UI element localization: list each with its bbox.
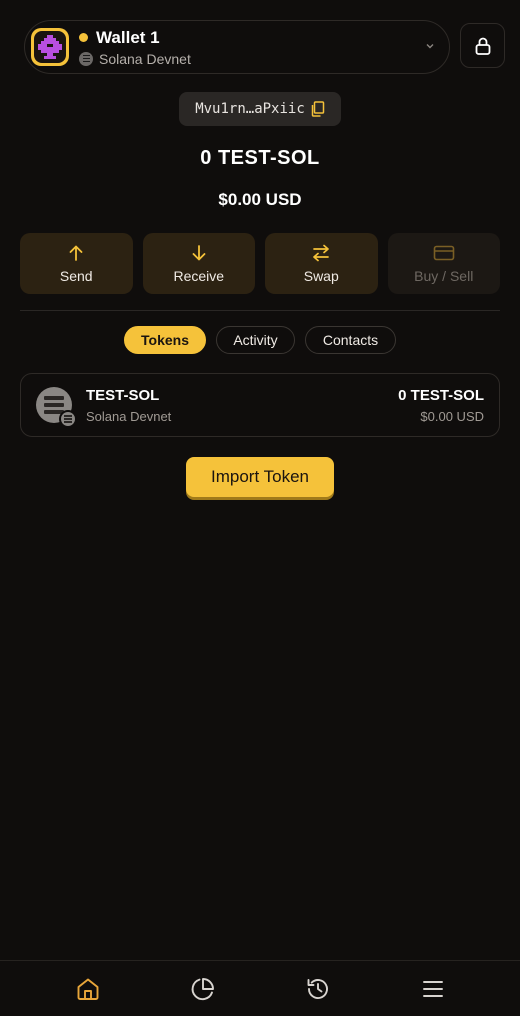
menu-icon	[422, 980, 443, 997]
copy-icon	[311, 101, 325, 117]
usd-balance: $0.00 USD	[218, 190, 302, 209]
pixel-spade-icon	[38, 35, 62, 59]
arrow-up-icon	[69, 245, 83, 261]
nav-history[interactable]	[298, 969, 338, 1009]
token-balance: 0 TEST-SOL	[200, 147, 320, 169]
buy-sell-button[interactable]: Buy / Sell	[387, 233, 500, 294]
swap-button[interactable]: Swap	[265, 233, 378, 294]
action-bar: Send Receive Swap Buy / Sell	[20, 233, 500, 294]
swap-icon	[313, 244, 330, 261]
receive-button[interactable]: Receive	[142, 233, 255, 294]
chevron-down-icon	[425, 40, 435, 54]
tab-tokens[interactable]: Tokens	[124, 326, 206, 354]
wallet-name: Wallet 1	[96, 27, 160, 47]
send-label: Send	[59, 267, 93, 284]
card-icon	[433, 245, 455, 260]
divider	[20, 310, 500, 311]
tab-bar: Tokens Activity Contacts	[0, 326, 520, 354]
token-network: Solana Devnet	[86, 408, 172, 424]
tab-activity[interactable]: Activity	[216, 326, 295, 354]
status-dot	[79, 33, 88, 42]
lock-button[interactable]	[460, 23, 505, 68]
token-row[interactable]: TEST-SOL Solana Devnet 0 TEST-SOL $0.00 …	[20, 373, 500, 437]
network-badge-icon	[59, 410, 77, 428]
solana-token-icon	[36, 387, 77, 428]
swap-label: Swap	[303, 267, 339, 284]
token-usd-value: $0.00 USD	[420, 408, 484, 424]
tab-contacts[interactable]: Contacts	[305, 326, 396, 354]
history-icon	[307, 978, 328, 999]
wallet-avatar	[31, 28, 69, 66]
nav-portfolio[interactable]	[183, 969, 223, 1009]
token-name: TEST-SOL	[86, 386, 160, 404]
arrow-down-icon	[192, 244, 206, 260]
network-label: Solana Devnet	[99, 50, 191, 67]
send-button[interactable]: Send	[20, 233, 133, 294]
address-copy-button[interactable]: Mvu1rn…aPxiic	[179, 92, 341, 126]
solana-icon	[79, 51, 93, 66]
nav-home[interactable]	[68, 969, 108, 1009]
pie-chart-icon	[191, 977, 214, 1000]
home-icon	[77, 978, 98, 1000]
lock-icon	[475, 37, 490, 55]
receive-label: Receive	[173, 267, 225, 284]
import-token-button[interactable]: Import Token	[186, 457, 334, 497]
token-amount: 0 TEST-SOL	[398, 386, 484, 404]
wallet-selector[interactable]: Wallet 1 Solana Devnet	[24, 20, 450, 74]
wallet-address: Mvu1rn…aPxiic	[195, 101, 305, 117]
nav-menu[interactable]	[413, 969, 453, 1009]
bottom-nav	[0, 960, 520, 1016]
buy-sell-label: Buy / Sell	[414, 267, 474, 284]
